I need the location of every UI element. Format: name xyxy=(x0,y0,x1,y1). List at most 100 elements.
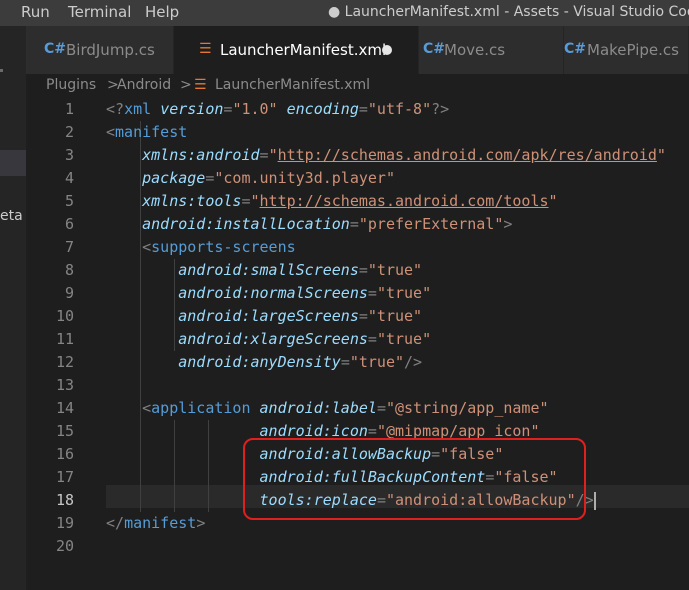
code-line[interactable]: 5 xmlns:tools="http://schemas.android.co… xyxy=(26,190,689,213)
token-at: android:icon xyxy=(259,422,368,440)
token-pun xyxy=(106,169,142,187)
token-pun: > xyxy=(503,215,513,233)
line-number: 6 xyxy=(64,215,74,233)
code-text: android:normalScreens="true" xyxy=(106,282,431,305)
code-line[interactable]: 10 android:largeScreens="true" xyxy=(26,305,689,328)
code-line[interactable]: 15 android:icon="@mipmap/app_icon" xyxy=(26,420,689,443)
token-pun xyxy=(106,445,260,463)
code-text: android:xlargeScreens="true" xyxy=(106,328,431,351)
code-line[interactable]: 8 android:smallScreens="true" xyxy=(26,259,689,282)
token-at: android:installLocation xyxy=(142,215,350,233)
token-pun xyxy=(106,192,142,210)
code-line[interactable]: 6 android:installLocation="preferExterna… xyxy=(26,213,689,236)
token-pun: = xyxy=(367,422,377,440)
token-pun: = xyxy=(340,353,350,371)
menu-bar: Run Terminal Help ● LauncherManifest.xml… xyxy=(0,0,689,26)
line-number: 4 xyxy=(64,169,74,187)
code-line[interactable]: 20 xyxy=(26,535,689,558)
code-line[interactable]: 1 <?xml version="1.0" encoding="utf-8"?> xyxy=(26,98,689,121)
tab-label: Move.cs xyxy=(444,41,506,59)
line-number: 14 xyxy=(55,399,74,417)
line-number: 8 xyxy=(64,261,74,279)
selected-explorer-item[interactable] xyxy=(0,150,26,176)
token-str: "true" xyxy=(349,353,405,371)
tab-makepipe[interactable]: C# MakePipe.cs xyxy=(564,26,689,74)
unsaved-dot-icon[interactable] xyxy=(382,45,392,55)
menu-help[interactable]: Help xyxy=(145,3,179,21)
line-number: 13 xyxy=(55,376,74,394)
csharp-icon: C# xyxy=(423,41,446,57)
token-ns: xmlns:tools xyxy=(142,192,242,210)
window-title: ● LauncherManifest.xml - Assets - Visual… xyxy=(328,4,689,20)
token-at: encoding xyxy=(286,100,359,118)
code-editor[interactable]: 1 <?xml version="1.0" encoding="utf-8"?> 2… xyxy=(26,98,689,590)
line-number: 18 xyxy=(55,491,74,509)
token-str: "false" xyxy=(494,468,558,486)
line-number: 3 xyxy=(64,146,74,164)
token-pun xyxy=(106,146,142,164)
menu-run[interactable]: Run xyxy=(21,3,50,21)
code-line[interactable]: 7 <supports-screens xyxy=(26,236,689,259)
token-at: android:allowBackup xyxy=(259,445,432,463)
code-line[interactable]: 18 tools:replace="android:allowBackup"/> xyxy=(26,489,689,512)
menu-terminal[interactable]: Terminal xyxy=(68,3,131,21)
token-pun xyxy=(278,100,287,118)
breadcrumb-android[interactable]: Android xyxy=(117,77,171,93)
tab-label: LauncherManifest.xml xyxy=(220,41,387,59)
code-line[interactable]: 16 android:allowBackup="false" xyxy=(26,443,689,466)
line-number: 9 xyxy=(64,284,74,302)
token-tg: supports-screens xyxy=(151,238,296,256)
code-text: android:icon="@mipmap/app_icon" xyxy=(106,420,540,443)
token-at: android:anyDensity xyxy=(178,353,341,371)
token-at: android:largeScreens xyxy=(178,307,359,325)
code-line[interactable]: 13 xyxy=(26,374,689,397)
token-pun: = xyxy=(358,261,368,279)
csharp-icon: C# xyxy=(564,41,587,57)
breadcrumb-file[interactable]: LauncherManifest.xml xyxy=(215,77,370,93)
breadcrumb-separator: > xyxy=(180,77,192,93)
code-line[interactable]: 2 <manifest xyxy=(26,121,689,144)
token-pun: <? xyxy=(106,100,125,118)
line-number: 2 xyxy=(64,123,74,141)
token-str: "1.0" xyxy=(232,100,278,118)
code-line[interactable]: 19 </manifest> xyxy=(26,512,689,535)
code-text: android:anyDensity="true"/> xyxy=(106,351,422,374)
tab-move[interactable]: C# Move.cs xyxy=(419,26,564,74)
code-line[interactable]: 14 <application android:label="@string/a… xyxy=(26,397,689,420)
code-text: <manifest xyxy=(106,121,187,144)
line-number: 15 xyxy=(55,422,74,440)
breadcrumb-plugins[interactable]: Plugins xyxy=(46,77,96,93)
code-text: android:fullBackupContent="false" xyxy=(106,466,558,489)
token-pun: </ xyxy=(106,514,125,532)
token-at: android:xlargeScreens xyxy=(178,330,368,348)
panel-resize-dot xyxy=(0,69,3,72)
code-text: <supports-screens xyxy=(106,236,296,259)
token-tg: manifest xyxy=(124,514,197,532)
token-pun xyxy=(151,100,160,118)
token-pun xyxy=(106,491,260,509)
token-at: android:normalScreens xyxy=(178,284,368,302)
token-str: " xyxy=(548,192,558,210)
code-line[interactable]: 9 android:normalScreens="true" xyxy=(26,282,689,305)
line-number: 12 xyxy=(55,353,74,371)
token-pun xyxy=(106,353,178,371)
token-pun xyxy=(106,284,178,302)
token-pun xyxy=(106,422,260,440)
code-text: xmlns:tools="http://schemas.android.com/… xyxy=(106,190,558,213)
code-line[interactable]: 12 android:anyDensity="true"/> xyxy=(26,351,689,374)
code-line[interactable]: 17 android:fullBackupContent="false" xyxy=(26,466,689,489)
tab-launchermanifest[interactable]: ☰ LauncherManifest.xml xyxy=(174,26,419,74)
token-at: package xyxy=(142,169,206,187)
token-pun: = xyxy=(349,215,359,233)
token-ns: xmlns:android xyxy=(142,146,260,164)
token-str: "true" xyxy=(367,261,423,279)
explorer-item-truncated[interactable]: eta xyxy=(0,208,23,224)
code-line[interactable]: 3 xmlns:android="http://schemas.android.… xyxy=(26,144,689,167)
code-line[interactable]: 4 package="com.unity3d.player" xyxy=(26,167,689,190)
token-link: http://schemas.android.com/apk/res/andro… xyxy=(277,146,657,164)
token-at: android:label xyxy=(259,399,377,417)
token-str: " xyxy=(656,146,666,164)
tab-birdjump[interactable]: C# BirdJump.cs xyxy=(26,26,174,74)
code-line[interactable]: 11 android:xlargeScreens="true" xyxy=(26,328,689,351)
token-str: "preferExternal" xyxy=(358,215,504,233)
